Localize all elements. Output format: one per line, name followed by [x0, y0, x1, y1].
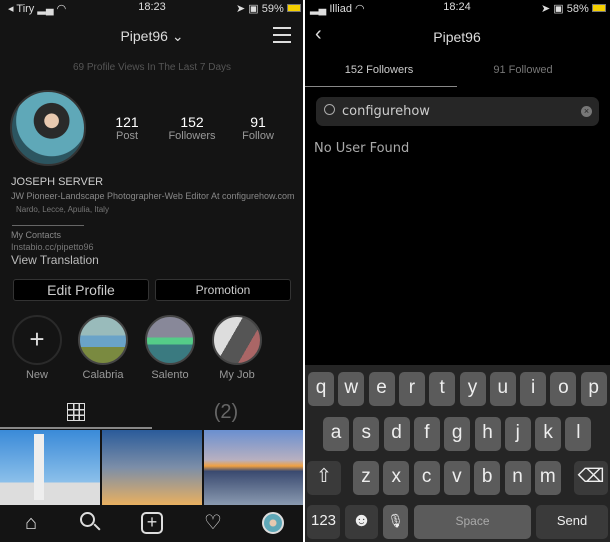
- status-battery: ➤ ▣ 58%: [541, 2, 606, 18]
- key-e[interactable]: e: [368, 372, 395, 406]
- status-carrier: ▂▄ Illiad ◠: [310, 3, 365, 15]
- key-o[interactable]: o: [550, 372, 577, 406]
- view-translation[interactable]: View Translation: [11, 253, 99, 267]
- highlight-label: Salento: [151, 369, 189, 381]
- highlight-label: Calabria: [82, 369, 124, 381]
- tab-tagged[interactable]: (2): [214, 401, 238, 424]
- followers-screen: ▂▄ Illiad ◠ 18:24 ➤ ▣ 58% ‹ Pipet96 152 …: [305, 0, 610, 542]
- key-g[interactable]: g: [444, 417, 471, 451]
- status-time: 18:23: [138, 1, 166, 13]
- key-z[interactable]: z: [353, 461, 379, 495]
- stat-posts[interactable]: 121 Post: [115, 114, 138, 142]
- profile-name: JOSEPH SERVER: [11, 176, 104, 188]
- back-icon[interactable]: ‹: [315, 23, 322, 46]
- key-d[interactable]: d: [383, 417, 410, 451]
- photo-sky[interactable]: [102, 430, 202, 505]
- status-battery: ➤ ▣ 59%: [236, 2, 301, 18]
- key-x[interactable]: x: [383, 461, 410, 495]
- tab-followers[interactable]: 152 Followers: [345, 64, 413, 76]
- key-q[interactable]: q: [308, 372, 334, 406]
- divider: [12, 225, 84, 226]
- avatar[interactable]: [10, 90, 86, 166]
- key-u[interactable]: u: [489, 372, 516, 406]
- home-icon[interactable]: ⌂: [20, 512, 42, 534]
- key-s[interactable]: s: [353, 417, 380, 451]
- profile-link[interactable]: Instabio.cc/pipetto96: [11, 242, 94, 252]
- key-b[interactable]: b: [474, 461, 501, 495]
- add-icon[interactable]: +: [141, 512, 163, 534]
- empty-state: No User Found: [314, 141, 410, 156]
- send-key[interactable]: Send: [536, 505, 608, 539]
- key-t[interactable]: t: [429, 372, 456, 406]
- profile-location: Nardo, Lecce, Apulia, Italy: [16, 205, 109, 214]
- username-switcher[interactable]: Pipet96 ⌄: [120, 28, 183, 45]
- profile-bio: JW Pioneer-Landscape Photographer-Web Ed…: [11, 191, 295, 201]
- key-w[interactable]: w: [338, 372, 365, 406]
- tab-indicator: [0, 427, 152, 429]
- photo-lighthouse[interactable]: [0, 430, 100, 505]
- key-p[interactable]: p: [580, 372, 607, 406]
- key-j[interactable]: j: [504, 417, 531, 451]
- stat-followers[interactable]: 152 Followers: [168, 114, 215, 142]
- key-c[interactable]: c: [413, 461, 440, 495]
- photo-sunset[interactable]: [204, 430, 303, 505]
- highlight-label: New: [25, 369, 49, 381]
- highlight-calabria[interactable]: [78, 315, 128, 365]
- profile-views[interactable]: 69 Profile Views In The Last 7 Days: [73, 62, 231, 73]
- chevron-down-icon: ⌄: [171, 28, 184, 44]
- key-v[interactable]: v: [443, 461, 470, 495]
- plus-icon: +: [29, 324, 45, 354]
- search-icon: [324, 104, 335, 115]
- search-icon[interactable]: [80, 512, 102, 534]
- clear-icon[interactable]: ×: [581, 106, 592, 117]
- search-value: configurehow: [342, 104, 430, 119]
- heart-icon[interactable]: ♡: [202, 512, 224, 534]
- highlight-salento[interactable]: [145, 315, 195, 365]
- emoji-icon[interactable]: ☻: [345, 505, 378, 539]
- grid-icon[interactable]: [67, 403, 85, 421]
- key-l[interactable]: l: [565, 417, 592, 451]
- edit-profile-button[interactable]: Edit Profile: [13, 279, 149, 301]
- microphone-icon[interactable]: 🎙: [383, 505, 408, 539]
- my-contacts[interactable]: My Contacts: [11, 230, 61, 240]
- backspace-icon[interactable]: ⌫: [574, 461, 608, 495]
- status-carrier: ◂ Tiry ▂▄ ◠: [8, 3, 67, 15]
- key-a[interactable]: a: [323, 417, 349, 451]
- key-i[interactable]: i: [520, 372, 547, 406]
- key-y[interactable]: y: [459, 372, 486, 406]
- numbers-key[interactable]: 123: [307, 505, 340, 539]
- key-m[interactable]: m: [534, 461, 561, 495]
- key-k[interactable]: k: [535, 417, 562, 451]
- tab-indicator: [305, 86, 457, 87]
- profile-screen: ◂ Tiry ▂▄ ◠ 18:23 ➤ ▣ 59% Pipet96 ⌄ 69 P…: [0, 0, 303, 542]
- promotion-button[interactable]: Promotion: [155, 279, 291, 301]
- keyboard: q w e r t y u i o p a s d f g h j k l ⇧ z x c v b n m ⌫ 123 ☻ 🎙 Space Se…: [305, 365, 610, 542]
- shift-icon[interactable]: ⇧: [307, 461, 341, 495]
- highlight-label: My Job: [219, 369, 255, 381]
- key-n[interactable]: n: [504, 461, 531, 495]
- highlight-my-job[interactable]: [212, 315, 262, 365]
- status-time: 18:24: [443, 1, 471, 13]
- page-title: Pipet96: [433, 29, 481, 45]
- key-f[interactable]: f: [413, 417, 440, 451]
- space-key[interactable]: Space: [414, 505, 531, 539]
- stat-follow[interactable]: 91 Follow: [242, 114, 274, 142]
- key-h[interactable]: h: [474, 417, 501, 451]
- search-input[interactable]: configurehow ×: [316, 97, 599, 126]
- profile-avatar[interactable]: [262, 512, 284, 534]
- tab-followed[interactable]: 91 Followed: [493, 64, 552, 76]
- new-highlight-button[interactable]: +: [12, 315, 62, 365]
- hamburger-icon[interactable]: [273, 27, 291, 43]
- key-r[interactable]: r: [398, 372, 425, 406]
